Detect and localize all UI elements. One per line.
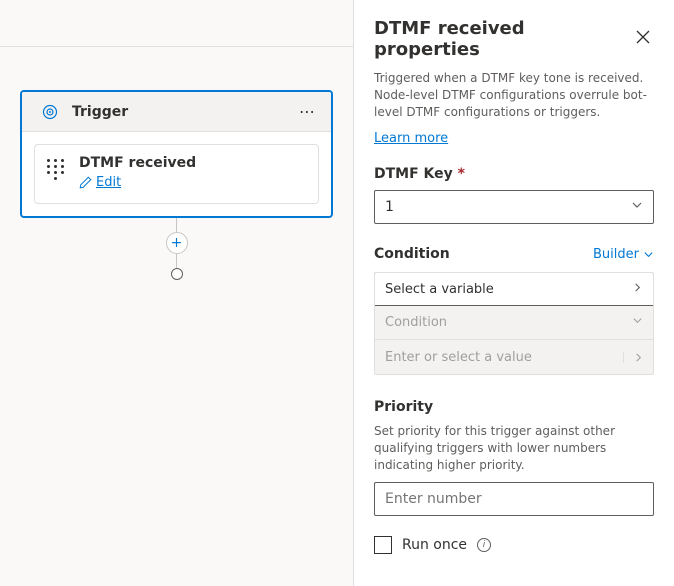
edit-link[interactable]: Edit — [79, 175, 121, 190]
panel-title: DTMF received properties — [374, 18, 632, 60]
condition-operator-row: Condition — [375, 306, 653, 340]
panel-description: Triggered when a DTMF key tone is receiv… — [374, 70, 654, 120]
pencil-icon — [79, 176, 92, 189]
trigger-icon — [34, 104, 66, 120]
chevron-right-icon — [623, 352, 653, 363]
chevron-down-icon — [643, 249, 654, 260]
priority-help: Set priority for this trigger against ot… — [374, 423, 654, 473]
info-icon[interactable]: i — [477, 538, 491, 552]
trigger-header: Trigger ⋯ — [22, 92, 331, 132]
run-once-label: Run once — [402, 537, 467, 553]
chevron-down-icon — [632, 315, 643, 330]
priority-label: Priority — [374, 399, 654, 415]
dtmf-received-node[interactable]: DTMF received Edit — [34, 144, 319, 204]
end-node-icon — [171, 268, 183, 280]
run-once-checkbox[interactable] — [374, 536, 392, 554]
priority-input[interactable] — [374, 482, 654, 516]
builder-toggle[interactable]: Builder — [593, 247, 654, 262]
condition-builder: Select a variable Condition Enter or sel… — [374, 272, 654, 375]
flow-canvas: Trigger ⋯ DTMF received Edit — [0, 0, 354, 586]
properties-panel: DTMF received properties Triggered when … — [354, 0, 674, 586]
add-node-button[interactable]: + — [166, 232, 188, 254]
connector: + — [166, 218, 188, 280]
dtmf-key-label: DTMF Key * — [374, 166, 654, 182]
dtmf-key-select[interactable]: 1 — [374, 190, 654, 224]
chevron-down-icon — [631, 199, 643, 215]
dialpad-icon — [47, 159, 65, 180]
trigger-title: Trigger — [72, 104, 295, 120]
select-variable-row[interactable]: Select a variable — [374, 272, 654, 306]
node-title: DTMF received — [79, 155, 306, 171]
more-options-icon[interactable]: ⋯ — [295, 98, 319, 125]
learn-more-link[interactable]: Learn more — [374, 131, 448, 146]
run-once-row: Run once i — [374, 536, 654, 554]
condition-value-row: Enter or select a value — [375, 340, 653, 374]
chevron-right-icon — [632, 282, 643, 297]
close-icon[interactable] — [632, 26, 654, 52]
trigger-card[interactable]: Trigger ⋯ DTMF received Edit — [20, 90, 333, 218]
condition-label: Condition — [374, 246, 450, 262]
